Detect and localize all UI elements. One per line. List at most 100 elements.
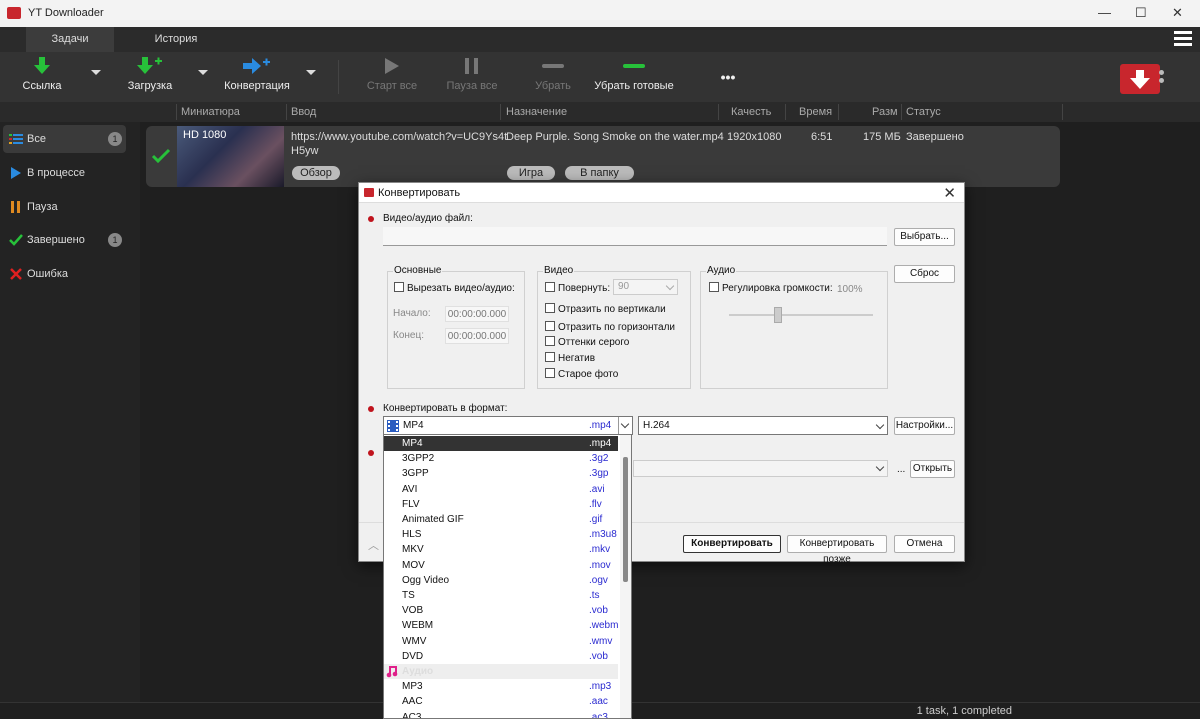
choose-button[interactable]: Выбрать... [894, 228, 955, 246]
sidebar-item-paused[interactable]: Пауза [3, 193, 126, 221]
format-option[interactable]: MOV .mov [384, 558, 618, 573]
format-option[interactable]: 3GPP .3gp [384, 466, 618, 481]
open-button[interactable]: Открыть [910, 460, 955, 478]
format-dropdown-toggle[interactable] [618, 417, 632, 434]
sidebar-item-all[interactable]: Все 1 [3, 125, 126, 153]
format-option-ext: .webm [589, 620, 619, 632]
col-quality[interactable]: Качесть [731, 106, 771, 118]
format-option[interactable]: Animated GIF .gif [384, 512, 618, 527]
dropdown-scrollbar[interactable] [620, 435, 631, 718]
negative-checkbox[interactable]: Негатив [545, 352, 595, 364]
convert-dropdown-icon[interactable] [306, 70, 316, 75]
format-selected-ext: .mp4 [589, 420, 612, 431]
format-option[interactable]: MP4 .mp4 [384, 436, 618, 451]
col-thumb[interactable]: Миниатюра [181, 106, 240, 118]
minus-green-icon [594, 52, 674, 80]
close-icon[interactable]: ✕ [1172, 5, 1183, 21]
dialog-close-icon[interactable]: ✕ [943, 184, 956, 202]
maximize-icon[interactable]: ☐ [1135, 5, 1147, 21]
format-label: Конвертировать в формат: [383, 403, 508, 414]
format-option-name: FLV [402, 498, 420, 510]
browse-button[interactable]: Обзор [292, 166, 340, 180]
format-option[interactable]: WMV .wmv [384, 634, 618, 649]
col-input[interactable]: Ввод [291, 106, 316, 118]
format-option[interactable]: AVI .avi [384, 482, 618, 497]
download-dropdown-icon[interactable] [198, 70, 208, 75]
open-folder-button[interactable]: В папку [565, 166, 634, 180]
col-time[interactable]: Время [799, 106, 832, 118]
format-option[interactable]: FLV .flv [384, 497, 618, 512]
cut-label: Вырезать видео/аудио: [407, 283, 515, 294]
col-size[interactable]: Разм [872, 106, 898, 118]
start-all-button[interactable]: Старт все [364, 52, 420, 102]
sidebar-item-completed[interactable]: Завершено 1 [3, 226, 126, 254]
minimize-icon[interactable]: — [1098, 5, 1111, 20]
video-group: Видео Повернуть: 90 Отразить по вертикал… [537, 265, 691, 389]
play-button[interactable]: Игра [507, 166, 555, 180]
settings-button[interactable]: Настройки... [894, 417, 955, 435]
format-option[interactable]: TS .ts [384, 588, 618, 603]
link-dropdown-icon[interactable] [91, 70, 101, 75]
video-thumbnail[interactable]: HD 1080 [177, 126, 284, 187]
play-icon [364, 52, 420, 80]
rotate-checkbox[interactable]: Повернуть: [545, 282, 610, 294]
task-row[interactable]: HD 1080 https://www.youtube.com/watch?v=… [146, 126, 1060, 187]
format-option-ext: .m3u8 [589, 529, 617, 541]
more-button[interactable]: ••• [708, 52, 748, 102]
volume-slider-thumb[interactable] [774, 307, 782, 323]
flip-vertical-checkbox[interactable]: Отразить по вертикали [545, 303, 666, 315]
cancel-button[interactable]: Отмена [894, 535, 955, 553]
codec-select[interactable]: H.264 [638, 416, 888, 435]
convert-arrow-icon [222, 52, 292, 80]
file-path-field[interactable] [383, 227, 887, 246]
rotate-select[interactable]: 90 [613, 279, 678, 295]
format-option[interactable]: VOB .vob [384, 603, 618, 618]
convert-button[interactable]: Конвертация [222, 52, 292, 102]
menu-icon[interactable] [1174, 31, 1192, 47]
pause-orange-icon [11, 201, 20, 213]
format-option[interactable]: MKV .mkv [384, 542, 618, 557]
sidebar-item-error[interactable]: Ошибка [3, 260, 126, 288]
format-option[interactable]: 3GPP2 .3g2 [384, 451, 618, 466]
link-button[interactable]: Ссылка [14, 52, 70, 102]
cut-checkbox[interactable]: Вырезать видео/аудио: [394, 282, 515, 294]
minus-icon [527, 52, 579, 80]
format-option-name: 3GPP2 [402, 453, 435, 465]
volume-checkbox[interactable]: Регулировка громкости: [709, 282, 833, 294]
format-option[interactable]: AC3 .ac3 [384, 710, 618, 718]
scrollbar-thumb[interactable] [623, 457, 628, 582]
volume-value: 100% [837, 284, 863, 295]
format-option[interactable]: DVD .vob [384, 649, 618, 664]
start-time-field[interactable]: 00:00:00.000 [445, 306, 509, 322]
format-option[interactable]: HLS .m3u8 [384, 527, 618, 542]
download-button[interactable]: Загрузка [122, 52, 178, 102]
completed-check-icon [151, 148, 171, 164]
end-time-field[interactable]: 00:00:00.000 [445, 328, 509, 344]
format-option[interactable]: MP3 .mp3 [384, 679, 618, 694]
old-photo-checkbox[interactable]: Старое фото [545, 368, 618, 380]
convert-later-button[interactable]: Конвертировать позже [787, 535, 887, 565]
output-path-select[interactable] [633, 460, 888, 477]
format-select[interactable]: MP4 .mp4 [383, 416, 633, 435]
grayscale-checkbox[interactable]: Оттенки серого [545, 336, 629, 348]
format-option[interactable]: WEBM .webm [384, 618, 618, 633]
col-dest[interactable]: Назначение [506, 106, 567, 118]
col-status[interactable]: Статус [906, 106, 941, 118]
flip-horizontal-checkbox[interactable]: Отразить по горизонтали [545, 321, 675, 333]
convert-button-dialog[interactable]: Конвертировать [683, 535, 781, 553]
collapse-icon[interactable]: ︿ [368, 537, 379, 553]
remove-button[interactable]: Убрать [527, 52, 579, 102]
remove-done-button[interactable]: Убрать готовые [594, 52, 674, 102]
sidebar-item-in-progress[interactable]: В процессе [3, 159, 126, 187]
format-option[interactable]: Ogg Video .ogv [384, 573, 618, 588]
browse-ellipsis[interactable]: ... [897, 464, 905, 475]
column-header: Миниатюра Ввод Назначение Качесть Время … [0, 102, 1200, 122]
tab-history[interactable]: История [136, 27, 216, 52]
format-option[interactable]: AAC .aac [384, 694, 618, 709]
tab-tasks[interactable]: Задачи [26, 27, 114, 52]
reset-button[interactable]: Сброс [894, 265, 955, 283]
format-option-name: 3GPP [402, 468, 429, 480]
basic-group-title: Основные [393, 265, 443, 276]
pause-all-button[interactable]: Пауза все [444, 52, 500, 102]
volume-slider-track[interactable] [729, 314, 873, 316]
